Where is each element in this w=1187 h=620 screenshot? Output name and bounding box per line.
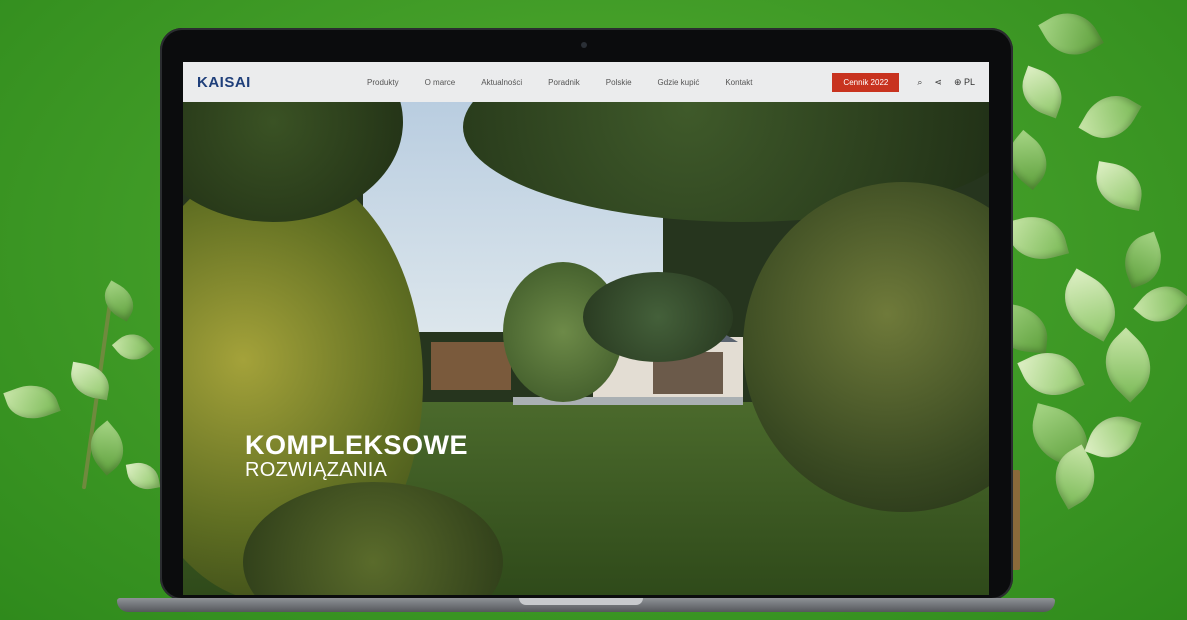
hero-banner: KOMPLEKSOWE ROZWIĄZANIA (183, 102, 989, 595)
main-nav: Produkty O marce Aktualności Poradnik Po… (367, 78, 778, 87)
nav-item-aktualnosci[interactable]: Aktualności (481, 78, 522, 87)
laptop-opening-notch (519, 598, 643, 605)
language-switch[interactable]: ⊕ PL (954, 77, 975, 88)
nav-item-kontakt[interactable]: Kontakt (725, 78, 752, 87)
header-tools: ⌕ ⋖ ⊕ PL (917, 77, 975, 88)
hero-title-line1: KOMPLEKSOWE (245, 430, 469, 460)
pricelist-button[interactable]: Cennik 2022 (832, 72, 900, 92)
search-icon[interactable]: ⌕ (917, 77, 922, 88)
hero-title: KOMPLEKSOWE ROZWIĄZANIA (245, 430, 469, 481)
laptop-screen: KAISAI Produkty O marce Aktualności Pora… (183, 62, 989, 595)
logo[interactable]: KAISAI (197, 74, 347, 91)
nav-item-o-marce[interactable]: O marce (425, 78, 456, 87)
laptop-lid: KAISAI Produkty O marce Aktualności Pora… (160, 28, 1013, 600)
nav-item-gdzie-kupic[interactable]: Gdzie kupić (658, 78, 700, 87)
webcam-icon (581, 42, 587, 48)
share-icon[interactable]: ⋖ (934, 77, 942, 88)
nav-item-produkty[interactable]: Produkty (367, 78, 399, 87)
hero-title-line2: ROZWIĄZANIA (245, 459, 388, 481)
nav-item-polskie[interactable]: Polskie (606, 78, 632, 87)
nav-item-poradnik[interactable]: Poradnik (548, 78, 580, 87)
site-header: KAISAI Produkty O marce Aktualności Pora… (183, 62, 989, 102)
